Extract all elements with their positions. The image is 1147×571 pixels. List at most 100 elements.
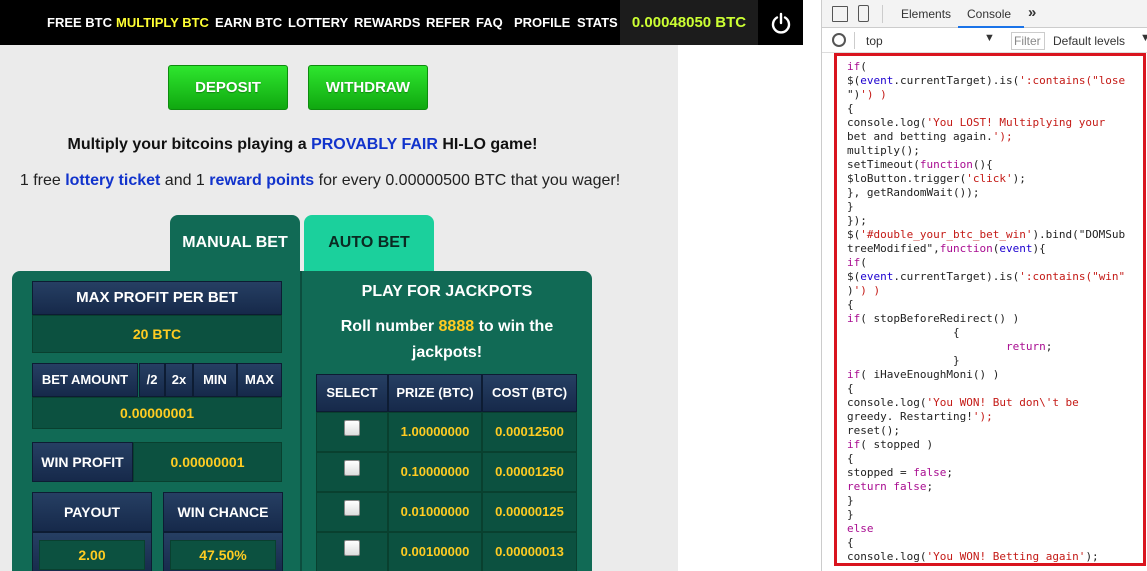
console-code-line: ")') ) bbox=[847, 88, 887, 101]
log-levels-dropdown[interactable]: Default levels bbox=[1053, 34, 1125, 48]
console-code-line: console.log('You WON! Betting again'); bbox=[847, 550, 1099, 563]
console-code-line: stopped = false; bbox=[847, 466, 953, 479]
console-code-line: $(event.currentTarget).is(':contains("wi… bbox=[847, 270, 1126, 283]
power-icon[interactable] bbox=[758, 0, 803, 45]
win-chance-label: WIN CHANCE bbox=[163, 492, 283, 532]
device-toolbar-icon[interactable] bbox=[858, 5, 869, 22]
console-code-line: $loButton.trigger('click'); bbox=[847, 172, 1026, 185]
jackpot-header-cost: COST (BTC) bbox=[482, 374, 577, 412]
jackpot-header-select: SELECT bbox=[316, 374, 388, 412]
console-code-line: if( bbox=[847, 256, 867, 269]
jackpot-header-prize: PRIZE (BTC) bbox=[388, 374, 482, 412]
bet-amount-label: BET AMOUNT bbox=[32, 363, 138, 397]
clear-console-icon[interactable] bbox=[832, 33, 846, 47]
nav-profile[interactable]: PROFILE bbox=[514, 0, 570, 45]
payout-input[interactable]: 2.00 bbox=[39, 540, 145, 570]
double-bet-button[interactable]: 2x bbox=[165, 363, 193, 397]
filter-input[interactable]: Filter bbox=[1011, 32, 1045, 50]
tab-console[interactable]: Console bbox=[967, 7, 1011, 21]
panel-divider bbox=[300, 271, 302, 571]
console-code-line: } bbox=[847, 200, 854, 213]
top-navbar: FREE BTC MULTIPLY BTC EARN BTC LOTTERY R… bbox=[0, 0, 803, 45]
levels-chevron-down-icon[interactable]: ▼ bbox=[1140, 32, 1147, 44]
console-code-lines: if($(event.currentTarget).is(':contains(… bbox=[847, 60, 1143, 563]
inspect-icon[interactable] bbox=[832, 6, 848, 22]
tab-elements[interactable]: Elements bbox=[901, 7, 951, 21]
nav-lottery[interactable]: LOTTERY bbox=[288, 0, 348, 45]
console-code-line: { bbox=[847, 102, 854, 115]
jackpot-title: PLAY FOR JACKPOTS bbox=[361, 283, 533, 300]
devtools-tabbar: Elements Console » bbox=[822, 0, 1147, 28]
withdraw-button[interactable]: WITHDRAW bbox=[308, 65, 428, 110]
jackpot-checkbox[interactable] bbox=[344, 420, 360, 436]
console-code-line: return; bbox=[1005, 340, 1053, 353]
jackpot-cost: 0.00000125 bbox=[482, 492, 577, 532]
win-profit-value: 0.00000001 bbox=[133, 442, 282, 482]
console-code-line: bet and betting again.'); bbox=[847, 130, 1013, 143]
nav-free-btc[interactable]: FREE BTC bbox=[47, 0, 112, 45]
halve-bet-button[interactable]: /2 bbox=[139, 363, 165, 397]
win-profit-label: WIN PROFIT bbox=[32, 442, 133, 482]
console-code-output: if($(event.currentTarget).is(':contains(… bbox=[834, 53, 1146, 566]
tab-manual-bet[interactable]: MANUAL BET bbox=[170, 215, 300, 272]
devtools-panel: Elements Console » top ▼ Filter Default … bbox=[821, 0, 1147, 571]
page-headline: Multiply your bitcoins playing a PROVABL… bbox=[0, 136, 605, 154]
nav-refer[interactable]: REFER bbox=[426, 0, 470, 45]
wager-text: for every 0.00000500 BTC that you wager! bbox=[314, 172, 621, 189]
console-code-line: { bbox=[847, 452, 854, 465]
jackpot-prize: 0.00100000 bbox=[388, 532, 482, 571]
context-selector[interactable]: top bbox=[866, 34, 883, 48]
provably-fair-link[interactable]: PROVABLY FAIR bbox=[311, 136, 438, 153]
console-code-line: } bbox=[847, 354, 960, 367]
jackpot-checkbox[interactable] bbox=[344, 540, 360, 556]
nav-earn-btc[interactable]: EARN BTC bbox=[215, 0, 282, 45]
jackpot-desc-text: to win the bbox=[474, 318, 554, 335]
nav-multiply-btc[interactable]: MULTIPLY BTC bbox=[116, 0, 209, 45]
console-toolbar: top ▼ Filter Default levels ▼ bbox=[822, 28, 1147, 53]
nav-stats[interactable]: STATS bbox=[577, 0, 618, 45]
jackpot-number: 8888 bbox=[438, 318, 475, 335]
jackpot-prize: 0.10000000 bbox=[388, 452, 482, 492]
console-code-line: if( stopBeforeRedirect() ) bbox=[847, 312, 1020, 325]
nav-rewards[interactable]: REWARDS bbox=[354, 0, 420, 45]
console-code-line: )') ) bbox=[847, 284, 881, 297]
tab-auto-bet[interactable]: AUTO BET bbox=[304, 215, 434, 272]
bet-amount-input[interactable]: 0.00000001 bbox=[32, 397, 282, 429]
jackpot-checkbox[interactable] bbox=[344, 460, 360, 476]
console-code-line: if( bbox=[847, 60, 867, 73]
console-code-line: console.log('You WON! But don\'t be bbox=[847, 396, 1079, 409]
faucet-page: FREE BTC MULTIPLY BTC EARN BTC LOTTERY R… bbox=[0, 0, 803, 571]
max-profit-label: MAX PROFIT PER BET bbox=[32, 281, 282, 315]
deposit-button[interactable]: DEPOSIT bbox=[168, 65, 288, 110]
jackpot-desc-text: Roll number bbox=[340, 318, 439, 335]
console-code-line: } bbox=[847, 494, 854, 507]
console-code-line: multiply(); bbox=[847, 144, 920, 157]
console-code-line: setTimeout(function(){ bbox=[847, 158, 993, 171]
headline-text-end: HI-LO game! bbox=[437, 136, 538, 153]
console-code-line: { bbox=[847, 382, 854, 395]
jackpot-checkbox[interactable] bbox=[344, 500, 360, 516]
lottery-ticket-link[interactable]: lottery ticket bbox=[65, 172, 160, 189]
min-bet-button[interactable]: MIN bbox=[193, 363, 237, 397]
win-chance-input[interactable]: 47.50% bbox=[170, 540, 276, 570]
nav-faq[interactable]: FAQ bbox=[476, 0, 503, 45]
jackpot-description: Roll number 8888 to win the bbox=[303, 318, 591, 336]
chevron-down-icon[interactable]: ▼ bbox=[984, 32, 995, 44]
console-code-line: if( iHaveEnoughMoni() ) bbox=[847, 368, 1000, 381]
more-tabs-icon[interactable]: » bbox=[1028, 4, 1036, 21]
console-code-line: console.log('You LOST! Multiplying your bbox=[847, 116, 1106, 129]
page-gutter bbox=[678, 45, 803, 571]
max-profit-value: 20 BTC bbox=[32, 315, 282, 353]
console-code-line: if( stopped ) bbox=[847, 438, 934, 451]
wager-info: 1 free lottery ticket and 1 reward point… bbox=[0, 172, 640, 190]
console-code-line: { bbox=[847, 536, 854, 549]
jackpot-prize: 1.00000000 bbox=[388, 412, 482, 452]
console-code-line: $(event.currentTarget).is(':contains("lo… bbox=[847, 74, 1126, 87]
console-code-line: { bbox=[847, 326, 960, 339]
max-bet-button[interactable]: MAX bbox=[237, 363, 282, 397]
wager-text: 1 free bbox=[19, 172, 66, 189]
console-code-line: } bbox=[847, 508, 854, 521]
console-code-line: treeModified",function(event){ bbox=[847, 242, 1046, 255]
reward-points-link[interactable]: reward points bbox=[209, 172, 314, 189]
payout-label: PAYOUT bbox=[32, 492, 152, 532]
